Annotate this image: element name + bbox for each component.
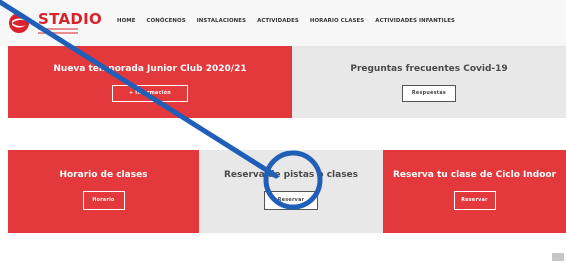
page: STADIO HOME CONÓCENOS INSTALACIONES ACTI… bbox=[0, 0, 566, 263]
nav-instalaciones[interactable]: INSTALACIONES bbox=[197, 18, 246, 24]
covid-faq-panel: Preguntas frecuentes Covid-19 Respuestas bbox=[292, 46, 566, 118]
covid-faq-title: Preguntas frecuentes Covid-19 bbox=[350, 64, 508, 74]
scroll-thumb[interactable] bbox=[552, 253, 564, 261]
logo-text: STADIO bbox=[38, 10, 103, 28]
nav-actividades-infantiles[interactable]: ACTIVIDADES INFANTILES bbox=[375, 18, 455, 24]
stadio-logo-icon bbox=[9, 13, 29, 33]
indoor-cycling-panel: Reserva tu clase de Ciclo Indoor Reserva… bbox=[383, 150, 566, 233]
class-schedule-button[interactable]: Horario bbox=[82, 191, 125, 210]
nav-horario-clases[interactable]: HORARIO CLASES bbox=[310, 18, 364, 24]
court-booking-title: Reserva de pistas o clases bbox=[223, 170, 359, 180]
site-logo[interactable]: STADIO bbox=[6, 8, 126, 42]
class-schedule-title: Horario de clases bbox=[59, 170, 148, 180]
nav-home[interactable]: HOME bbox=[117, 18, 136, 24]
junior-club-info-button[interactable]: + Información bbox=[112, 85, 188, 102]
main-nav: HOME CONÓCENOS INSTALACIONES ACTIVIDADES… bbox=[117, 18, 455, 24]
site-header: STADIO HOME CONÓCENOS INSTALACIONES ACTI… bbox=[0, 0, 566, 46]
logo-tagline-graphic bbox=[38, 28, 78, 36]
class-schedule-panel: Horario de clases Horario bbox=[8, 150, 199, 233]
court-booking-button[interactable]: Reservar bbox=[264, 191, 318, 210]
junior-club-panel: Nueva temporada Junior Club 2020/21 + In… bbox=[8, 46, 292, 118]
covid-faq-button[interactable]: Respuestas bbox=[402, 85, 456, 102]
indoor-cycling-title: Reserva tu clase de Ciclo Indoor bbox=[392, 170, 557, 180]
junior-club-title: Nueva temporada Junior Club 2020/21 bbox=[53, 64, 247, 74]
nav-actividades[interactable]: ACTIVIDADES bbox=[257, 18, 299, 24]
indoor-cycling-button[interactable]: Reservar bbox=[453, 191, 496, 210]
nav-conocenos[interactable]: CONÓCENOS bbox=[147, 18, 186, 24]
court-booking-panel: Reserva de pistas o clases Reservar bbox=[199, 150, 383, 233]
